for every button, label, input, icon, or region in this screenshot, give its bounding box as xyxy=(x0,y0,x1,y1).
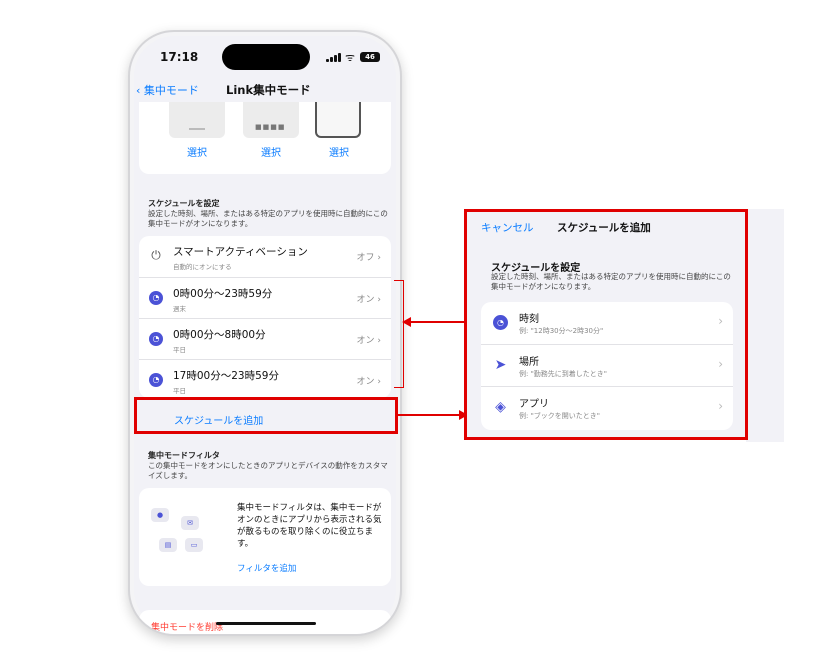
schedule-section-desc: 設定した時刻、場所、またはある特定のアプリを使用時に自動的にこの集中モードがオン… xyxy=(148,209,388,228)
row-title: 0時00分〜23時59分 xyxy=(173,288,273,300)
power-icon: ⏻ xyxy=(151,248,161,262)
clock-icon: ◔ xyxy=(149,332,163,346)
clock-icon: ◔ xyxy=(149,373,163,387)
cellular-signal-icon xyxy=(326,52,342,62)
select-homescreen-button[interactable]: 選択 xyxy=(241,144,301,159)
chevron-right-icon: › xyxy=(718,399,723,413)
battery-tile-icon: ▭ xyxy=(185,538,203,552)
row-title: 0時00分〜8時00分 xyxy=(173,329,266,341)
row-state: オン › xyxy=(356,377,381,387)
message-icon: ● xyxy=(151,508,169,522)
filter-body: 集中モードフィルタは、集中モードがオンのときにアプリから表示される気が散るものを… xyxy=(237,503,382,549)
popup-background-extension xyxy=(746,209,784,442)
row-subtitle: 例: "勤務先に到着したとき" xyxy=(519,370,608,378)
app-trigger-row[interactable]: ◈ アプリ 例: "ブックを開いたとき" › xyxy=(481,386,733,428)
select-watch-button[interactable]: 選択 xyxy=(309,144,369,159)
schedule-row[interactable]: ◔ 17時00分〜23時59分 平日 オン › xyxy=(139,359,391,400)
row-state: オフ › xyxy=(356,253,381,263)
row-subtitle: 自動的にオンにする xyxy=(173,263,232,271)
dynamic-island xyxy=(222,44,310,70)
clock-icon: ◔ xyxy=(493,315,508,330)
arrow-left-icon xyxy=(402,317,411,327)
row-title: 時刻 xyxy=(519,314,539,325)
page-title: Link集中モード xyxy=(226,83,311,97)
location-arrow-icon: ➤ xyxy=(494,357,507,373)
row-state: オン › xyxy=(356,336,381,346)
filter-section-desc: この集中モードをオンにしたときのアプリとデバイスの動作をカスタマイズします。 xyxy=(148,461,388,480)
row-state: オン › xyxy=(356,295,381,305)
row-subtitle: 週末 xyxy=(173,305,186,313)
smart-activation-row[interactable]: ⏻ スマートアクティベーション 自動的にオンにする オフ › xyxy=(139,236,391,277)
filter-illustration: ● ✉ ▤ ▭ xyxy=(151,506,223,566)
cancel-button[interactable]: キャンセル xyxy=(481,220,534,235)
sheet-title: スケジュールを追加 xyxy=(557,222,651,234)
sheet-section-desc: 設定した時刻、場所、またはある特定のアプリを使用時に自動的にこの集中モードがオン… xyxy=(491,272,731,291)
row-title: 場所 xyxy=(519,357,539,368)
row-subtitle: 平日 xyxy=(173,387,186,395)
schedule-rows-bracket xyxy=(394,280,404,388)
filter-card: ● ✉ ▤ ▭ 集中モードフィルタは、集中モードがオンのときにアプリから表示され… xyxy=(139,488,391,586)
row-subtitle: 例: "ブックを開いたとき" xyxy=(519,412,601,420)
wallpaper-card: ■■■■ 選択 選択 選択 xyxy=(139,102,391,174)
back-label: 集中モード xyxy=(143,84,199,97)
trigger-list: ◔ 時刻 例: "12時30分〜2時30分" › ➤ 場所 例: "勤務先に到着… xyxy=(481,302,733,430)
clock-icon: ◔ xyxy=(149,291,163,305)
nav-bar: ‹ 集中モード Link集中モード xyxy=(130,80,400,102)
lockscreen-preview[interactable] xyxy=(169,102,225,138)
row-title: スマートアクティベーション xyxy=(173,246,308,258)
status-bar: 17:18 ᯤ 46 xyxy=(130,32,400,78)
phone-frame: 17:18 ᯤ 46 ‹ 集中モード Link集中モード ■■■■ 選択 選択 … xyxy=(128,30,402,636)
homescreen-preview[interactable]: ■■■■ xyxy=(243,102,299,138)
row-subtitle: 平日 xyxy=(173,346,186,354)
schedule-row[interactable]: ◔ 0時00分〜8時00分 平日 オン › xyxy=(139,318,391,359)
schedule-section-title: スケジュールを設定 xyxy=(148,199,220,208)
add-schedule-sheet: キャンセル スケジュールを追加 スケジュールを設定 設定した時刻、場所、またはあ… xyxy=(464,209,748,440)
wifi-icon: ᯤ xyxy=(345,51,356,64)
back-button[interactable]: ‹ 集中モード xyxy=(136,82,199,98)
connector-line xyxy=(398,414,460,416)
select-lockscreen-button[interactable]: 選択 xyxy=(167,144,227,159)
battery-icon: 46 xyxy=(360,52,380,62)
filter-section-title: 集中モードフィルタ xyxy=(148,451,220,460)
watch-preview[interactable] xyxy=(315,102,361,138)
add-filter-link[interactable]: フィルタを追加 xyxy=(237,562,296,574)
add-schedule-highlight xyxy=(134,397,398,434)
time-trigger-row[interactable]: ◔ 時刻 例: "12時30分〜2時30分" › xyxy=(481,302,733,344)
row-title: 17時00分〜23時59分 xyxy=(173,370,279,382)
location-trigger-row[interactable]: ➤ 場所 例: "勤務先に到着したとき" › xyxy=(481,344,733,386)
calendar-icon: ▤ xyxy=(159,538,177,552)
row-subtitle: 例: "12時30分〜2時30分" xyxy=(519,327,604,335)
schedule-list: ⏻ スマートアクティベーション 自動的にオンにする オフ › ◔ 0時00分〜2… xyxy=(139,236,391,398)
chevron-right-icon: › xyxy=(718,357,723,371)
row-title: アプリ xyxy=(519,399,549,410)
mail-icon: ✉ xyxy=(181,516,199,530)
home-indicator[interactable] xyxy=(216,622,316,625)
delete-focus-button[interactable]: 集中モードを削除 xyxy=(151,620,223,633)
status-time: 17:18 xyxy=(160,50,199,64)
schedule-row[interactable]: ◔ 0時00分〜23時59分 週末 オン › xyxy=(139,277,391,318)
chevron-right-icon: › xyxy=(718,314,723,328)
layers-icon: ◈ xyxy=(495,399,506,415)
